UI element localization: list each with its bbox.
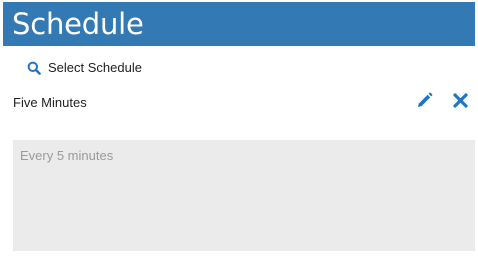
edit-schedule-button[interactable] [415, 92, 433, 114]
schedule-panel: Schedule Select Schedule Five Minutes Ev… [0, 0, 478, 259]
selected-schedule-name: Five Minutes [13, 95, 87, 110]
select-schedule-label: Select Schedule [48, 60, 142, 75]
panel-header: Schedule [3, 2, 475, 46]
panel-title: Schedule [12, 7, 144, 41]
pencil-icon [416, 92, 433, 114]
schedule-description-box: Every 5 minutes [13, 140, 475, 251]
search-icon [27, 61, 41, 75]
close-icon [452, 93, 468, 113]
select-schedule-link[interactable]: Select Schedule [27, 58, 142, 78]
selected-schedule-row: Five Minutes [13, 92, 473, 114]
remove-schedule-button[interactable] [451, 93, 469, 113]
schedule-description-text: Every 5 minutes [20, 148, 114, 163]
